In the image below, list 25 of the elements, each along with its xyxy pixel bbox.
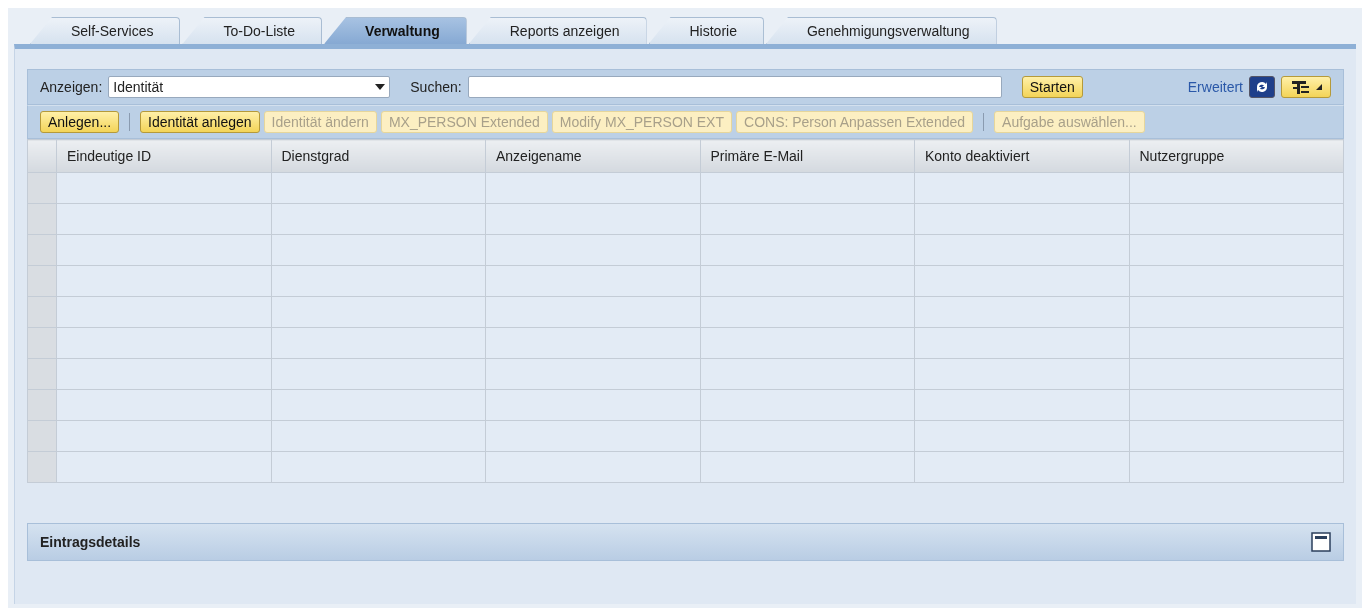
action-button[interactable]: Anlegen... (40, 111, 120, 133)
action-button[interactable]: Identität anlegen (140, 111, 260, 133)
panel-title: Eintragsdetails (40, 534, 141, 550)
column-header[interactable]: Anzeigename (485, 139, 700, 173)
tab[interactable]: To-Do-Liste (182, 17, 323, 44)
tab[interactable]: Historie (648, 17, 764, 44)
minimize-icon[interactable] (1311, 532, 1331, 552)
column-header[interactable]: Nutzergruppe (1129, 139, 1344, 173)
search-field[interactable] (467, 76, 1002, 98)
show-label: Anzeigen: (40, 79, 103, 95)
advanced-link[interactable]: Erweitert (1187, 79, 1243, 95)
start-button[interactable]: Starten (1021, 76, 1083, 98)
tab[interactable]: Reports anzeigen (468, 17, 647, 44)
column-header[interactable]: Eindeutige ID (56, 139, 271, 173)
caret-icon (375, 84, 386, 90)
column-header[interactable]: Primäre E-Mail (700, 139, 915, 173)
settings-icon[interactable] (1281, 76, 1331, 98)
refresh-icon[interactable] (1249, 76, 1275, 98)
tab[interactable]: Genehmigungsverwaltung (765, 17, 997, 44)
show-dropdown[interactable]: Identität (108, 76, 391, 98)
tab[interactable]: Self-Services (30, 17, 181, 44)
column-header[interactable]: Dienstgrad (271, 139, 486, 173)
column-header[interactable]: Konto deaktiviert (914, 139, 1129, 173)
search-label: Suchen: (410, 79, 462, 95)
tab[interactable]: Verwaltung (324, 17, 467, 44)
